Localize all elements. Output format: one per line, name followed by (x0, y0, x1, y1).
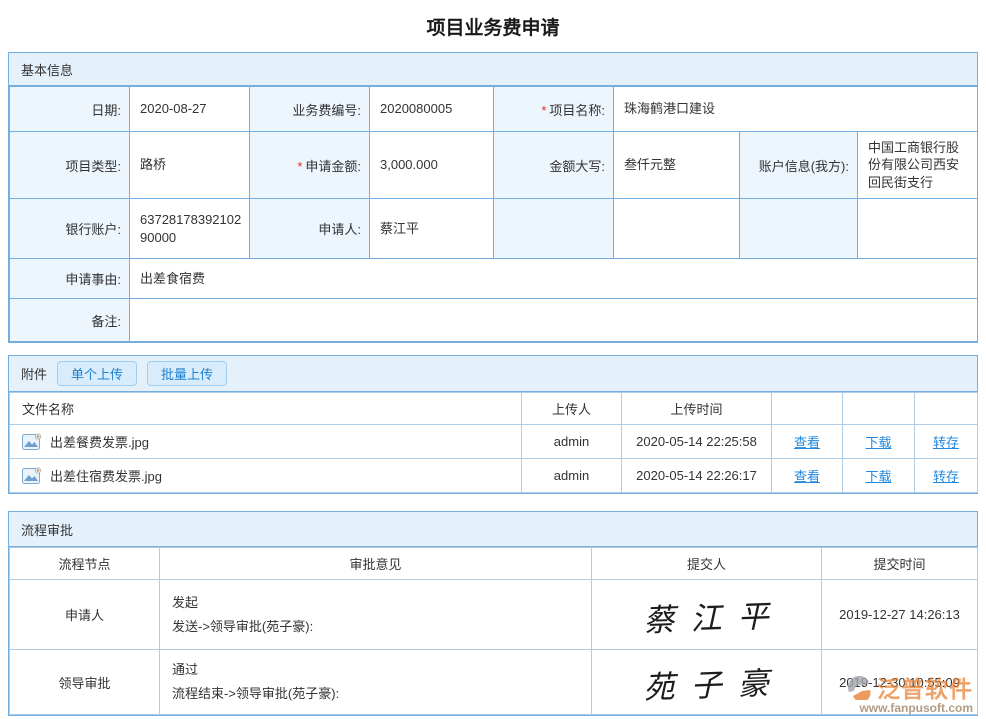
batch-upload-button[interactable]: 批量上传 (147, 361, 227, 386)
basic-info-section-title: 基本信息 (21, 60, 73, 79)
amount-label: *申请金额: (250, 132, 370, 199)
basic-info-table: 日期: 2020-08-27 业务费编号: 2020080005 *项目名称: … (9, 86, 978, 342)
project-name-label-text: 项目名称: (549, 103, 605, 118)
view-link[interactable]: 查看 (794, 469, 820, 484)
attachments-section-title: 附件 (21, 364, 47, 383)
approval-node: 申请人 (10, 580, 160, 650)
basic-info-section-header: 基本信息 (9, 53, 977, 86)
applicant-value: 蔡江平 (370, 199, 494, 259)
remark-label: 备注: (10, 299, 130, 342)
account-value: 中国工商银行股份有限公司西安回民街支行 (858, 132, 978, 199)
basic-info-panel: 基本信息 日期: 2020-08-27 业务费编号: 2020080005 *项… (8, 52, 978, 343)
empty-label-cell (740, 199, 858, 259)
image-file-icon (22, 467, 42, 484)
approval-table: 流程节点 审批意见 提交人 提交时间 申请人 发起 发送->领导审批(苑子豪):… (9, 547, 978, 715)
amount-caps-label: 金额大写: (494, 132, 614, 199)
approval-opinion-line1: 发起 (172, 591, 579, 615)
project-name-value: 珠海鹤港口建设 (614, 87, 978, 132)
attachment-file-name: 出差餐费发票.jpg (50, 432, 149, 451)
attachments-panel: 附件 单个上传 批量上传 文件名称 上传人 上传时间 (8, 355, 978, 494)
reason-value: 出差食宿费 (130, 259, 978, 299)
save-as-link[interactable]: 转存 (933, 435, 959, 450)
attachments-header-row: 文件名称 上传人 上传时间 (10, 393, 978, 425)
account-label: 账户信息(我方): (740, 132, 858, 199)
approval-opinion-line1: 通过 (172, 658, 579, 682)
basic-info-row-2: 项目类型: 路桥 *申请金额: 3,000.000 金额大写: 叁仟元整 账户信… (10, 132, 978, 199)
attachment-upload-time: 2020-05-14 22:26:17 (622, 459, 772, 493)
approval-submit-time: 2019-12-27 14:26:13 (822, 580, 978, 650)
reason-label: 申请事由: (10, 259, 130, 299)
attachment-upload-time: 2020-05-14 22:25:58 (622, 425, 772, 459)
amount-caps-value: 叁仟元整 (614, 132, 740, 199)
col-uploader: 上传人 (522, 393, 622, 425)
attachment-uploader: admin (522, 459, 622, 493)
submitter-signature: 苑子豪 (590, 646, 822, 719)
col-action-1 (772, 393, 843, 425)
bank-account-value: 6372817839210290000 (130, 199, 250, 259)
approval-opinion-line2: 发送->领导审批(苑子豪): (172, 615, 579, 639)
attachment-row: 出差住宿费发票.jpg admin 2020-05-14 22:26:17 查看… (10, 459, 978, 493)
approval-header-row: 流程节点 审批意见 提交人 提交时间 (10, 548, 978, 580)
col-file-name: 文件名称 (10, 393, 522, 425)
attachment-row: 出差餐费发票.jpg admin 2020-05-14 22:25:58 查看 … (10, 425, 978, 459)
basic-info-row-5: 备注: (10, 299, 978, 342)
amount-value: 3,000.000 (370, 132, 494, 199)
project-name-label: *项目名称: (494, 87, 614, 132)
approval-row: 领导审批 通过 流程结束->领导审批(苑子豪): 苑子豪 2019-12-30 … (10, 650, 978, 715)
approval-section-title: 流程审批 (21, 520, 73, 539)
bank-account-label: 银行账户: (10, 199, 130, 259)
attachment-uploader: admin (522, 425, 622, 459)
basic-info-row-4: 申请事由: 出差食宿费 (10, 259, 978, 299)
approval-section-header: 流程审批 (9, 512, 977, 547)
remark-value (130, 299, 978, 342)
approval-node: 领导审批 (10, 650, 160, 715)
view-link[interactable]: 查看 (794, 435, 820, 450)
approval-row: 申请人 发起 发送->领导审批(苑子豪): 蔡江平 2019-12-27 14:… (10, 580, 978, 650)
date-value: 2020-08-27 (130, 87, 250, 132)
date-label: 日期: (10, 87, 130, 132)
empty-value-cell (858, 199, 978, 259)
col-opinion: 审批意见 (160, 548, 592, 580)
save-as-link[interactable]: 转存 (933, 469, 959, 484)
download-link[interactable]: 下载 (865, 469, 891, 484)
empty-label-cell (494, 199, 614, 259)
empty-value-cell (614, 199, 740, 259)
fee-no-value: 2020080005 (370, 87, 494, 132)
project-type-label: 项目类型: (10, 132, 130, 199)
page-title: 项目业务费申请 (0, 0, 986, 52)
amount-label-text: 申请金额: (305, 159, 361, 174)
basic-info-row-1: 日期: 2020-08-27 业务费编号: 2020080005 *项目名称: … (10, 87, 978, 132)
project-type-value: 路桥 (130, 132, 250, 199)
attachments-section-header: 附件 单个上传 批量上传 (9, 356, 977, 392)
approval-panel: 流程审批 流程节点 审批意见 提交人 提交时间 申请人 发起 发送->领导审批(… (8, 511, 978, 716)
approval-opinion-line2: 流程结束->领导审批(苑子豪): (172, 682, 579, 706)
col-action-3 (915, 393, 978, 425)
basic-info-row-3: 银行账户: 6372817839210290000 申请人: 蔡江平 (10, 199, 978, 259)
col-submitter: 提交人 (592, 548, 822, 580)
col-flow-node: 流程节点 (10, 548, 160, 580)
attachments-table: 文件名称 上传人 上传时间 出差餐费发票.jpg admin (9, 392, 978, 493)
col-upload-time: 上传时间 (622, 393, 772, 425)
fee-no-label: 业务费编号: (250, 87, 370, 132)
col-submit-time: 提交时间 (822, 548, 978, 580)
download-link[interactable]: 下载 (865, 435, 891, 450)
attachment-file-name: 出差住宿费发票.jpg (50, 466, 162, 485)
col-action-2 (843, 393, 915, 425)
approval-submit-time: 2019-12-30 10:55:09 (822, 650, 978, 715)
image-file-icon (22, 433, 42, 450)
applicant-label: 申请人: (250, 199, 370, 259)
single-upload-button[interactable]: 单个上传 (57, 361, 137, 386)
required-mark: * (541, 103, 546, 118)
submitter-signature: 蔡江平 (590, 576, 822, 654)
required-mark: * (297, 159, 302, 174)
